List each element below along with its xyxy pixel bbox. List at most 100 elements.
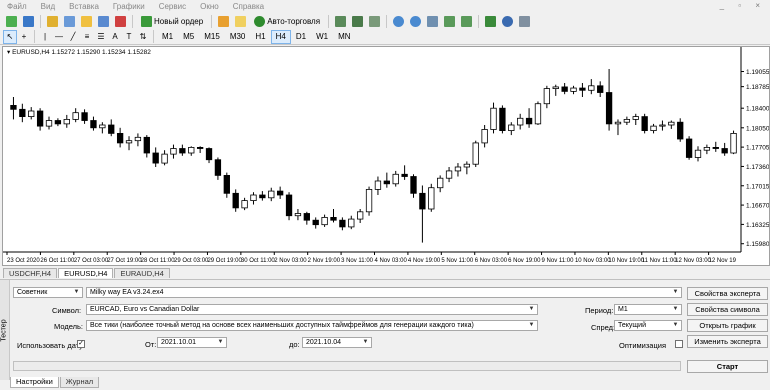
menu-charts[interactable]: Графики xyxy=(106,0,152,13)
cursor-icon[interactable]: ↖ xyxy=(3,29,17,44)
candle-body xyxy=(357,211,364,220)
expert-select[interactable]: Milky way EA v3.24.ex4 ▼ xyxy=(86,287,682,298)
candle-body xyxy=(694,149,702,158)
spread-select[interactable]: Текущий ▼ xyxy=(614,320,682,331)
templates-icon[interactable] xyxy=(516,14,533,28)
price-label: 1.19055 xyxy=(746,69,769,76)
candle-body xyxy=(19,108,26,117)
tab-eurusd[interactable]: EURUSD,H4 xyxy=(58,268,114,278)
strategy-tester-icon[interactable] xyxy=(112,14,129,28)
timeframe-m15[interactable]: M15 xyxy=(199,30,225,44)
timeframe-m30[interactable]: M30 xyxy=(225,30,251,44)
tab-usdchf[interactable]: USDCHF,H4 xyxy=(3,268,58,278)
menu-view[interactable]: Вид xyxy=(34,0,62,13)
modify-expert-button[interactable]: Изменить эксперта xyxy=(687,335,768,348)
text-label-icon[interactable]: T xyxy=(122,30,136,44)
candle-body xyxy=(508,124,515,131)
zoom-in-icon[interactable] xyxy=(390,14,407,28)
crosshair-icon[interactable]: + xyxy=(17,30,31,44)
mode-select[interactable]: Советник ▼ xyxy=(13,287,83,298)
strategy-tester-panel: Тестер Советник ▼ Milky way EA v3.24.ex4 ▼… xyxy=(0,279,770,390)
timeframe-h4[interactable]: H4 xyxy=(270,29,291,44)
bell-icon[interactable] xyxy=(232,14,249,28)
fibonacci-icon[interactable]: ☰ xyxy=(94,30,108,44)
periods-icon[interactable] xyxy=(499,14,516,28)
optimization-checkbox[interactable] xyxy=(675,340,683,348)
timeframe-d1[interactable]: D1 xyxy=(291,30,311,44)
equidistant-channel-icon[interactable]: ≡ xyxy=(80,30,94,44)
symbol-select[interactable]: EURCAD, Euro vs Canadian Dollar ▼ xyxy=(86,304,538,315)
tester-side-label: Тестер xyxy=(0,280,10,380)
tab-journal[interactable]: Журнал xyxy=(59,377,100,388)
trend-line-icon[interactable]: ╱ xyxy=(66,30,80,44)
price-chart[interactable]: 1.19055 1.18785 1.18400 1.18050 1.17705 1.173… xyxy=(3,47,769,265)
auto-trading-button[interactable]: Авто-торговля xyxy=(249,14,325,28)
standard-toolbar: Новый ордер Авто-торговля xyxy=(0,13,770,29)
menu-tools[interactable]: Сервис xyxy=(152,0,193,13)
expert-properties-button[interactable]: Свойства эксперта xyxy=(687,287,768,300)
horizontal-line-icon[interactable]: — xyxy=(52,30,66,44)
data-window-icon[interactable] xyxy=(61,14,78,28)
candle-body xyxy=(143,136,150,154)
arrows-icon[interactable]: ⇅ xyxy=(136,30,150,44)
candle-body xyxy=(214,159,222,176)
timeframe-w1[interactable]: W1 xyxy=(311,30,333,44)
menu-window[interactable]: Окно xyxy=(193,0,226,13)
menu-insert[interactable]: Вставка xyxy=(62,0,106,13)
chart-shift-icon[interactable] xyxy=(458,14,475,28)
time-label: 26 Oct 11:00 xyxy=(40,258,75,264)
text-icon[interactable]: A xyxy=(108,30,122,44)
candle-body xyxy=(294,213,302,217)
from-date-picker[interactable]: 2021.10.01 ▼ xyxy=(157,337,227,348)
bar-chart-icon[interactable] xyxy=(332,14,349,28)
candle-body xyxy=(463,163,471,168)
autoscroll-icon[interactable] xyxy=(441,14,458,28)
candle-body xyxy=(410,176,417,194)
profiles-icon[interactable] xyxy=(20,14,37,28)
model-select[interactable]: Все тики (наиболее точный метод на основ… xyxy=(86,320,538,331)
zoom-out-icon[interactable] xyxy=(407,14,424,28)
navigator-icon[interactable] xyxy=(78,14,95,28)
candle-body xyxy=(179,148,186,154)
candle-body xyxy=(659,124,666,127)
new-order-button[interactable]: Новый ордер xyxy=(136,14,208,28)
tile-windows-icon[interactable] xyxy=(424,14,441,28)
price-label: 1.15980 xyxy=(746,241,769,248)
tab-settings[interactable]: Настройки xyxy=(10,377,59,388)
candle-body xyxy=(570,87,577,92)
candle-body xyxy=(99,124,106,129)
auto-trading-icon xyxy=(254,15,266,27)
vertical-line-icon[interactable]: | xyxy=(38,30,52,44)
candle-body xyxy=(641,116,648,131)
new-chart-icon[interactable] xyxy=(3,14,20,28)
menu-help[interactable]: Справка xyxy=(226,0,271,13)
timeframe-h1[interactable]: H1 xyxy=(250,30,270,44)
time-label: 11 Nov 11:00 xyxy=(642,258,677,264)
terminal-icon[interactable] xyxy=(95,14,112,28)
time-label: 29 Oct 03:00 xyxy=(174,258,209,264)
period-select[interactable]: M1 ▼ xyxy=(614,304,682,315)
timeframe-m5[interactable]: M5 xyxy=(178,30,199,44)
candle-body xyxy=(597,85,604,93)
to-date-picker[interactable]: 2021.10.04 ▼ xyxy=(302,337,372,348)
menu-file[interactable]: Файл xyxy=(0,0,34,13)
symbol-properties-button[interactable]: Свойства символа xyxy=(687,303,768,316)
window-controls[interactable]: _ ▫ × xyxy=(720,1,766,10)
tab-euraud[interactable]: EURAUD,H4 xyxy=(114,268,170,278)
start-button[interactable]: Старт xyxy=(687,360,768,373)
market-watch-icon[interactable] xyxy=(44,14,61,28)
candle-body xyxy=(490,107,497,130)
timeframe-mn[interactable]: MN xyxy=(333,30,355,44)
chart-window[interactable]: 1.19055 1.18785 1.18400 1.18050 1.17705 1.173… xyxy=(2,46,770,266)
indicators-icon[interactable] xyxy=(482,14,499,28)
time-label: 29 Oct 19:00 xyxy=(207,258,242,264)
toolbar-separator xyxy=(386,14,388,28)
line-chart-icon[interactable] xyxy=(366,14,383,28)
open-chart-button[interactable]: Открыть график xyxy=(687,319,768,332)
candle-body xyxy=(223,174,230,194)
use-date-checkbox[interactable]: ✓ xyxy=(77,340,85,348)
candlestick-icon[interactable] xyxy=(349,14,366,28)
metaeditor-icon[interactable] xyxy=(215,14,232,28)
timeframe-m1[interactable]: M1 xyxy=(157,30,178,44)
toolbar-separator xyxy=(211,14,213,28)
